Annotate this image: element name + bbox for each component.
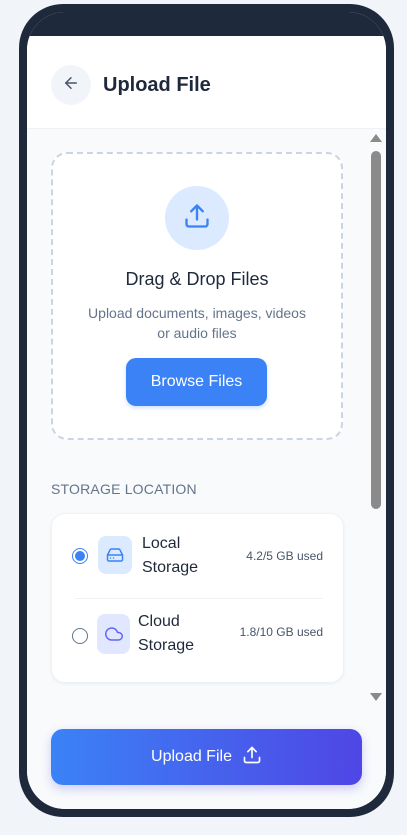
storage-section-label: STORAGE LOCATION xyxy=(51,481,197,497)
upload-button-label: Upload File xyxy=(151,748,232,765)
storage-option-usage: 4.2/5 GB used xyxy=(246,549,323,563)
back-button[interactable] xyxy=(51,65,91,105)
storage-option-local[interactable]: Local Storage 4.2/5 GB used xyxy=(52,514,343,598)
arrow-left-icon xyxy=(62,74,80,97)
scrollbar-thumb[interactable] xyxy=(371,151,381,509)
status-bar xyxy=(27,12,386,36)
upload-file-button[interactable]: Upload File xyxy=(51,729,362,785)
upload-icon xyxy=(183,202,211,235)
drop-zone-description: Upload documents, images, videos or audi… xyxy=(88,305,306,341)
header: Upload File xyxy=(27,36,386,129)
storage-options-card: Local Storage 4.2/5 GB used Cloud Storag… xyxy=(51,513,344,683)
upload-icon xyxy=(242,745,262,770)
app-screen: Upload File Drag & Drop Files Upload doc… xyxy=(27,12,386,809)
cloud-icon xyxy=(97,614,130,654)
storage-option-usage: 1.8/10 GB used xyxy=(239,625,323,639)
drop-zone-title: Drag & Drop Files xyxy=(125,269,269,289)
cloud-storage-radio[interactable] xyxy=(72,628,88,644)
storage-option-name: Local Storage xyxy=(142,535,199,576)
main-content: Drag & Drop Files Upload documents, imag… xyxy=(27,129,367,705)
upload-icon-circle xyxy=(165,186,229,250)
phone-frame: Upload File Drag & Drop Files Upload doc… xyxy=(19,4,394,817)
drop-zone[interactable]: Drag & Drop Files Upload documents, imag… xyxy=(51,152,343,440)
local-storage-radio[interactable] xyxy=(72,548,88,564)
hard-drive-icon xyxy=(98,536,132,574)
storage-option-cloud[interactable]: Cloud Storage 1.8/10 GB used xyxy=(52,598,343,682)
page-title: Upload File xyxy=(103,74,211,96)
scrollbar[interactable] xyxy=(367,129,386,705)
footer: Upload File xyxy=(27,705,386,809)
scroll-down-arrow-icon[interactable] xyxy=(370,693,382,701)
browse-files-button[interactable]: Browse Files xyxy=(126,358,267,406)
storage-option-name: Cloud Storage xyxy=(138,613,195,654)
scroll-up-arrow-icon[interactable] xyxy=(370,134,382,142)
